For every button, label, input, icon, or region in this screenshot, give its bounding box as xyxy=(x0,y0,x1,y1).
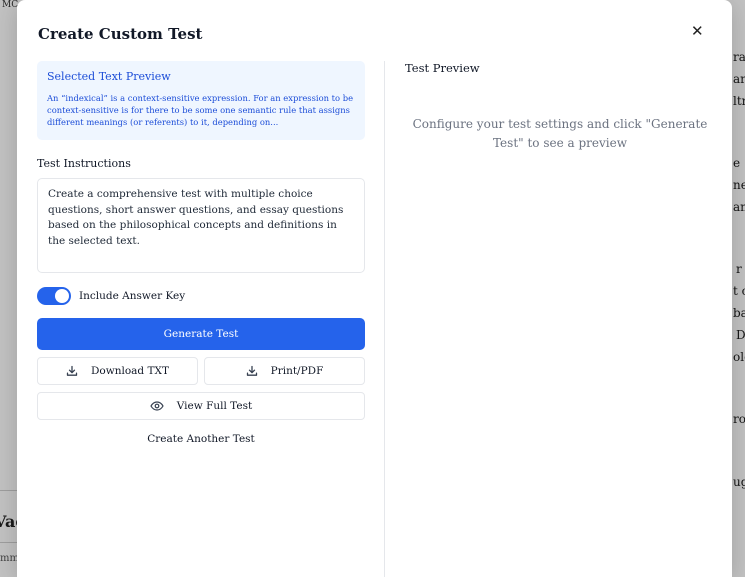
instructions-label: Test Instructions xyxy=(37,157,131,170)
toggle-knob xyxy=(55,289,69,303)
answer-key-row: Include Answer Key xyxy=(37,287,365,305)
empty-preview-message: Configure your test settings and click "… xyxy=(412,117,708,150)
dialog-title: Create Custom Test xyxy=(38,25,203,43)
test-preview-panel: Test Preview Configure your test setting… xyxy=(405,61,715,153)
eye-icon xyxy=(150,401,164,411)
print-pdf-label: Print/PDF xyxy=(270,365,324,377)
download-txt-button[interactable]: Download TXT xyxy=(37,357,198,385)
selected-text-preview: Selected Text Preview An “indexical” is … xyxy=(37,61,365,140)
preview-text: An “indexical” is a context-sensitive ex… xyxy=(47,93,354,127)
view-full-test-label: View Full Test xyxy=(176,400,253,412)
preview-title: Selected Text Preview xyxy=(47,70,171,83)
test-preview-title: Test Preview xyxy=(405,61,480,75)
panel-divider xyxy=(384,61,385,577)
answer-key-toggle[interactable] xyxy=(37,287,71,305)
create-test-dialog: Create Custom Test ✕ Selected Text Previ… xyxy=(17,0,732,577)
answer-key-label: Include Answer Key xyxy=(79,290,186,302)
download-icon xyxy=(66,365,78,377)
settings-panel: Selected Text Preview An “indexical” is … xyxy=(37,61,365,447)
create-another-test-button[interactable]: Create Another Test xyxy=(37,431,365,447)
close-icon[interactable]: ✕ xyxy=(691,24,704,39)
download-txt-label: Download TXT xyxy=(91,365,169,377)
generate-test-button[interactable]: Generate Test xyxy=(37,318,365,350)
instructions-textarea[interactable]: Create a comprehensive test with multipl… xyxy=(37,178,365,273)
download-icon xyxy=(246,365,258,377)
print-pdf-button[interactable]: Print/PDF xyxy=(204,357,365,385)
export-buttons: Download TXT Print/PDF xyxy=(37,357,365,385)
view-full-test-button[interactable]: View Full Test xyxy=(37,392,365,420)
